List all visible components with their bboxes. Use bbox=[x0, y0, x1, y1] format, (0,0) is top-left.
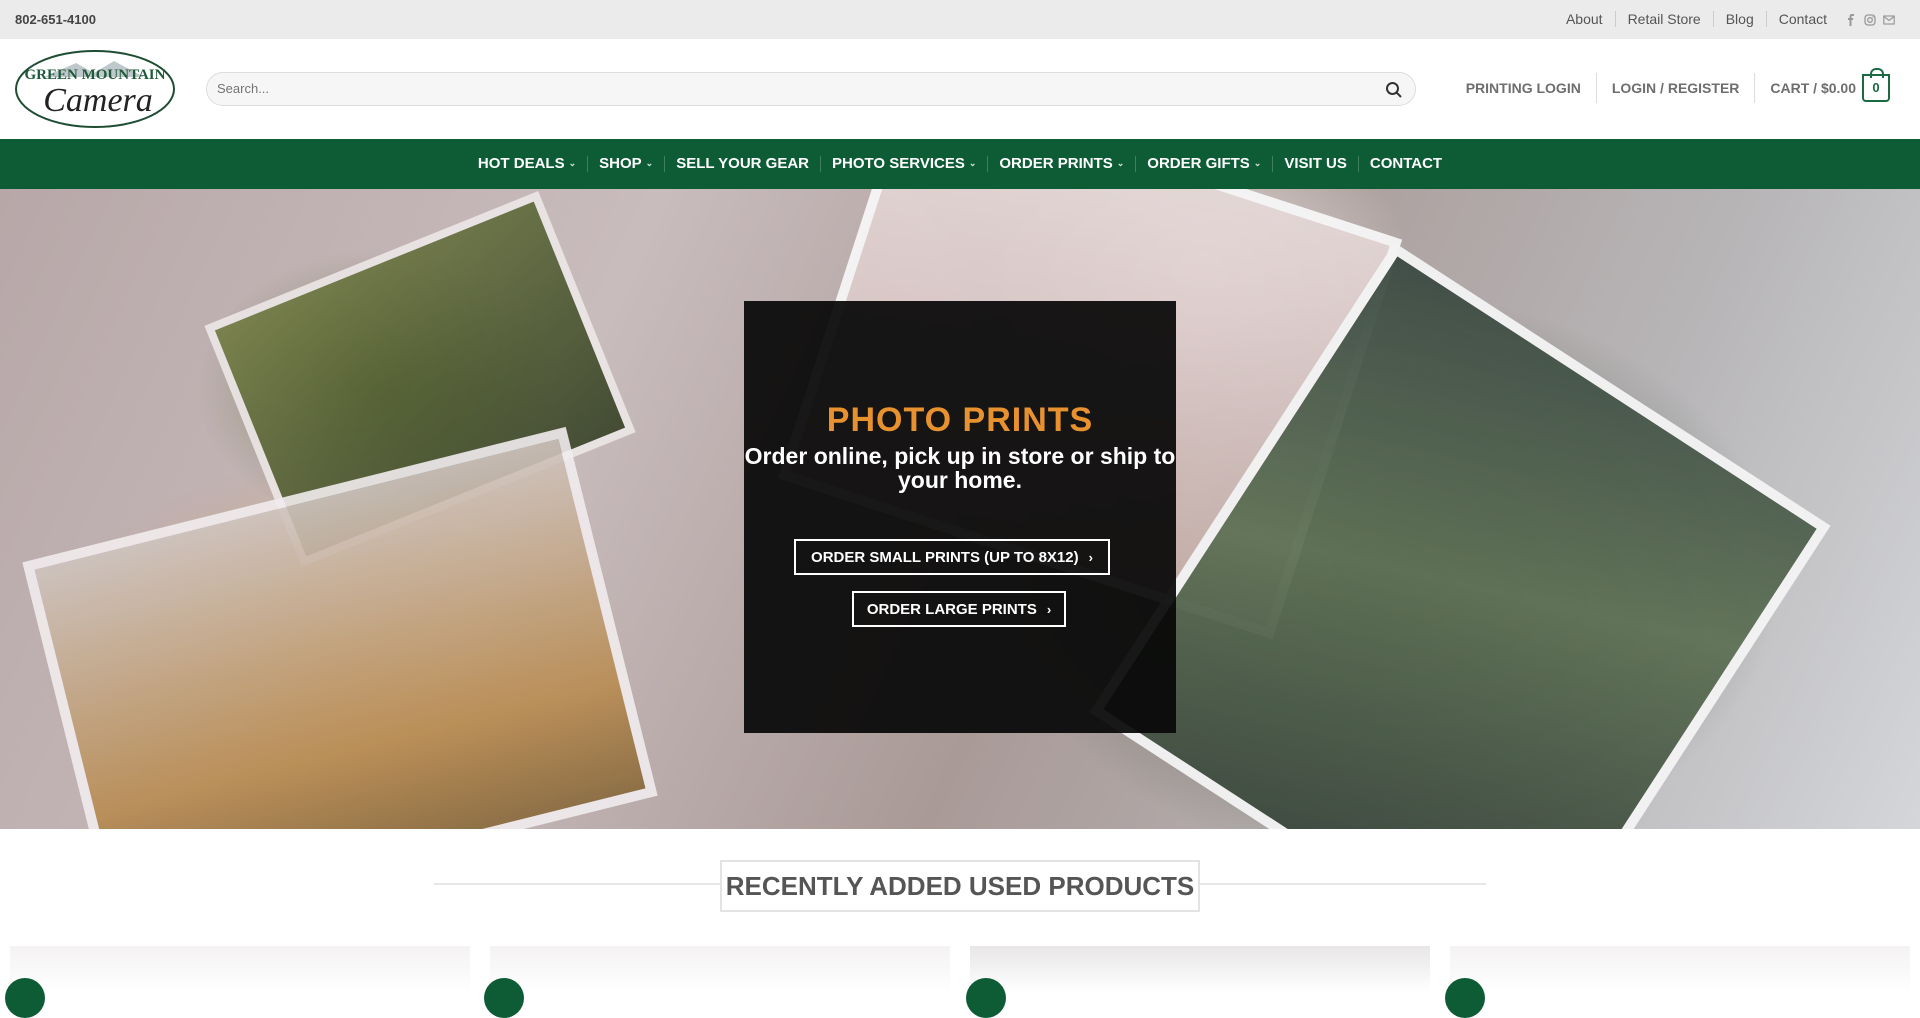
nav-label: SHOP bbox=[599, 155, 642, 172]
social-icons bbox=[1845, 13, 1895, 26]
cart-count-badge: 0 bbox=[1862, 68, 1890, 102]
hero-overlay-box: PHOTO PRINTS Order online, pick up in st… bbox=[744, 301, 1176, 733]
site-header: GREEN MOUNTAIN Camera PRINTING LOGIN LOG… bbox=[0, 39, 1920, 139]
facebook-icon[interactable] bbox=[1845, 13, 1857, 26]
nav-sell-your-gear[interactable]: SELL YOUR GEAR bbox=[664, 156, 820, 172]
chevron-down-icon: ⌄ bbox=[968, 158, 977, 168]
order-small-prints-button[interactable]: ORDER SMALL PRINTS (UP TO 8X12) › bbox=[794, 539, 1110, 575]
search-bar bbox=[206, 72, 1416, 106]
sale-badge bbox=[966, 978, 1006, 1018]
phone-number[interactable]: 802-651-4100 bbox=[15, 12, 96, 27]
instagram-icon[interactable] bbox=[1864, 13, 1876, 26]
search-input[interactable] bbox=[217, 81, 1357, 96]
nav-label: SELL YOUR GEAR bbox=[676, 155, 810, 172]
product-card[interactable] bbox=[490, 946, 950, 993]
button-label: ORDER LARGE PRINTS bbox=[866, 600, 1037, 618]
site-logo[interactable]: GREEN MOUNTAIN Camera bbox=[14, 49, 176, 129]
top-link-about[interactable]: About bbox=[1554, 11, 1615, 27]
logo-text-camera: Camera bbox=[43, 82, 153, 119]
top-link-contact[interactable]: Contact bbox=[1765, 11, 1839, 27]
printing-login-link[interactable]: PRINTING LOGIN bbox=[1451, 73, 1596, 103]
nav-order-prints[interactable]: ORDER PRINTS ⌄ bbox=[987, 156, 1135, 172]
sale-badge bbox=[484, 978, 524, 1018]
search-icon[interactable] bbox=[1385, 81, 1403, 99]
product-card[interactable] bbox=[970, 946, 1430, 993]
header-account-nav: PRINTING LOGIN LOGIN / REGISTER CART / $… bbox=[1451, 68, 1905, 103]
chevron-down-icon: ⌄ bbox=[645, 158, 654, 168]
product-grid bbox=[0, 946, 1920, 1018]
main-nav: HOT DEALS ⌄ SHOP ⌄ SELL YOUR GEAR PHOTO SE… bbox=[0, 139, 1920, 189]
login-register-link[interactable]: LOGIN / REGISTER bbox=[1595, 73, 1755, 103]
chevron-down-icon: ⌄ bbox=[1116, 158, 1125, 168]
product-card[interactable] bbox=[10, 946, 470, 993]
chevron-right-icon: › bbox=[1088, 549, 1093, 565]
nav-label: HOT DEALS bbox=[477, 155, 565, 172]
section-title: RECENTLY ADDED USED PRODUCTS bbox=[720, 860, 1200, 912]
nav-label: ORDER GIFTS bbox=[1147, 155, 1250, 172]
top-links: About Retail Store Blog Contact bbox=[1554, 11, 1895, 27]
hero-subtitle: Order online, pick up in store or ship t… bbox=[744, 443, 1176, 493]
nav-label: VISIT US bbox=[1284, 155, 1347, 172]
hero-photo-field bbox=[22, 426, 658, 829]
top-link-retail-store[interactable]: Retail Store bbox=[1614, 11, 1713, 27]
nav-visit-us[interactable]: VISIT US bbox=[1272, 156, 1358, 172]
sale-badge bbox=[1445, 978, 1485, 1018]
nav-shop[interactable]: SHOP ⌄ bbox=[587, 156, 664, 172]
button-label: ORDER SMALL PRINTS (UP TO 8X12) bbox=[811, 548, 1079, 566]
nav-hot-deals[interactable]: HOT DEALS ⌄ bbox=[467, 156, 587, 172]
logo-text-green-mountain: GREEN MOUNTAIN bbox=[25, 67, 166, 83]
nav-label: PHOTO SERVICES bbox=[832, 155, 965, 172]
hero-title: PHOTO PRINTS bbox=[826, 401, 1094, 439]
nav-order-gifts[interactable]: ORDER GIFTS ⌄ bbox=[1135, 156, 1272, 172]
product-card[interactable] bbox=[1450, 946, 1910, 993]
sale-badge bbox=[5, 978, 45, 1018]
order-large-prints-button[interactable]: ORDER LARGE PRINTS › bbox=[852, 591, 1066, 627]
nav-photo-services[interactable]: PHOTO SERVICES ⌄ bbox=[820, 156, 987, 172]
chevron-down-icon: ⌄ bbox=[568, 158, 577, 168]
nav-label: CONTACT bbox=[1369, 155, 1443, 172]
envelope-icon[interactable] bbox=[1883, 13, 1895, 25]
cart-label: CART / $0.00 bbox=[1770, 80, 1856, 96]
cart-link[interactable]: CART / $0.00 0 bbox=[1754, 68, 1905, 103]
nav-label: ORDER PRINTS bbox=[999, 155, 1113, 172]
top-bar: 802-651-4100 About Retail Store Blog Con… bbox=[0, 0, 1920, 39]
top-link-blog[interactable]: Blog bbox=[1712, 11, 1766, 27]
chevron-right-icon: › bbox=[1046, 601, 1052, 617]
hero-banner: PHOTO PRINTS Order online, pick up in st… bbox=[0, 189, 1920, 829]
nav-contact[interactable]: CONTACT bbox=[1357, 155, 1453, 172]
chevron-down-icon: ⌄ bbox=[1253, 158, 1262, 168]
